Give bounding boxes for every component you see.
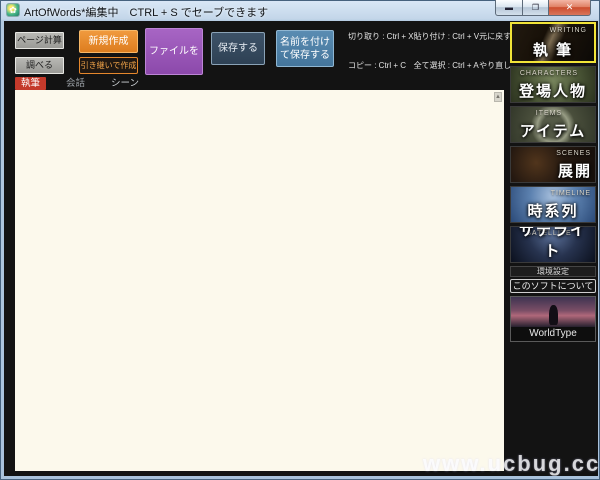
shortcut-hints: 切り取り : Ctrl + X 貼り付け : Ctrl + V 元に戻す コピー… (348, 31, 511, 71)
sidebar-item-label-en: CHARACTERS (519, 70, 579, 77)
minimize-button[interactable]: ▬ (495, 0, 523, 16)
sidebar-navigation: WRITING 執 筆 CHARACTERS 登場人物 ITEMS アイテム S… (508, 22, 598, 472)
save-button[interactable]: 保存する (211, 32, 265, 65)
sidebar-item-label-ja: アイテム (519, 123, 587, 140)
sidebar-item-characters[interactable]: CHARACTERS 登場人物 (510, 66, 596, 103)
save-as-button[interactable]: 名前を付けて保存する (276, 30, 334, 67)
window-controls: ▬ ❐ ✕ (495, 0, 591, 16)
editor-tabs: 執筆 会話 シーン (15, 77, 145, 90)
sidebar-item-scenes[interactable]: SCENES 展開 (510, 146, 596, 183)
about-button[interactable]: このソフトについて (510, 279, 596, 293)
sidebar-item-label-en: WRITING (549, 27, 587, 34)
sidebar-item-label-ja: 時系列 (527, 203, 579, 220)
settings-button[interactable]: 環境設定 (510, 266, 596, 277)
sidebar-item-label-ja: 執 筆 (532, 42, 574, 59)
client-area: ページ計算 調べる 新規作成 引き継いで作成 ファイルを開く 保存する 名前を付… (4, 21, 598, 476)
sidebar-item-items[interactable]: ITEMS アイテム (510, 106, 596, 143)
sidebar-item-label-en: ITEMS (535, 110, 563, 117)
create-new-button[interactable]: 新規作成 (79, 30, 138, 53)
worldtype-button[interactable]: WorldType (510, 296, 596, 342)
worldtype-image (511, 297, 595, 327)
close-button[interactable]: ✕ (549, 0, 591, 16)
sidebar-item-label-ja: 展開 (557, 163, 592, 180)
shortcut-copy: コピー : Ctrl + C (348, 61, 407, 70)
sidebar-item-satellite[interactable]: SATELLITE サテライト (510, 226, 596, 263)
sidebar-item-label-en: TIMELINE (550, 190, 591, 197)
tab-writing[interactable]: 執筆 (15, 77, 47, 90)
sidebar-item-writing[interactable]: WRITING 執 筆 (510, 22, 596, 63)
shortcut-select-all: 全て選択 : Ctrl + A (413, 61, 479, 70)
sidebar-item-label-ja: 登場人物 (518, 83, 587, 100)
shortcut-cut: 切り取り : Ctrl + X (348, 32, 414, 41)
sidebar-item-label-en: SCENES (556, 150, 591, 157)
sidebar-item-label-ja: サテライト (518, 226, 587, 260)
window-title: ArtOfWords*編集中 CTRL + S でセーブできます (24, 7, 269, 19)
app-icon: ✿ (6, 3, 20, 17)
create-carryover-button[interactable]: 引き継いで作成 (79, 57, 138, 74)
title-bar[interactable]: ✿ ArtOfWords*編集中 CTRL + S でセーブできます ▬ ❐ ✕ (1, 0, 599, 21)
scrollbar-up-icon[interactable]: ▲ (494, 92, 502, 102)
open-file-button[interactable]: ファイルを開く (145, 28, 203, 102)
app-window: ✿ ArtOfWords*編集中 CTRL + S でセーブできます ▬ ❐ ✕… (0, 0, 600, 480)
tab-scene[interactable]: シーン (105, 77, 145, 90)
shortcut-undo: 元に戻す (479, 32, 512, 41)
worldtype-label: WorldType (511, 327, 595, 341)
lookup-button[interactable]: 調べる (15, 57, 64, 74)
sidebar-item-timeline[interactable]: TIMELINE 時系列 (510, 186, 596, 223)
manuscript-text-area[interactable] (15, 90, 504, 471)
tab-conversation[interactable]: 会話 (60, 77, 91, 90)
shortcut-paste: 貼り付け : Ctrl + V (413, 32, 480, 41)
page-calc-button[interactable]: ページ計算 (15, 32, 64, 49)
maximize-button[interactable]: ❐ (523, 0, 549, 16)
shortcut-redo: やり直し (479, 61, 512, 70)
